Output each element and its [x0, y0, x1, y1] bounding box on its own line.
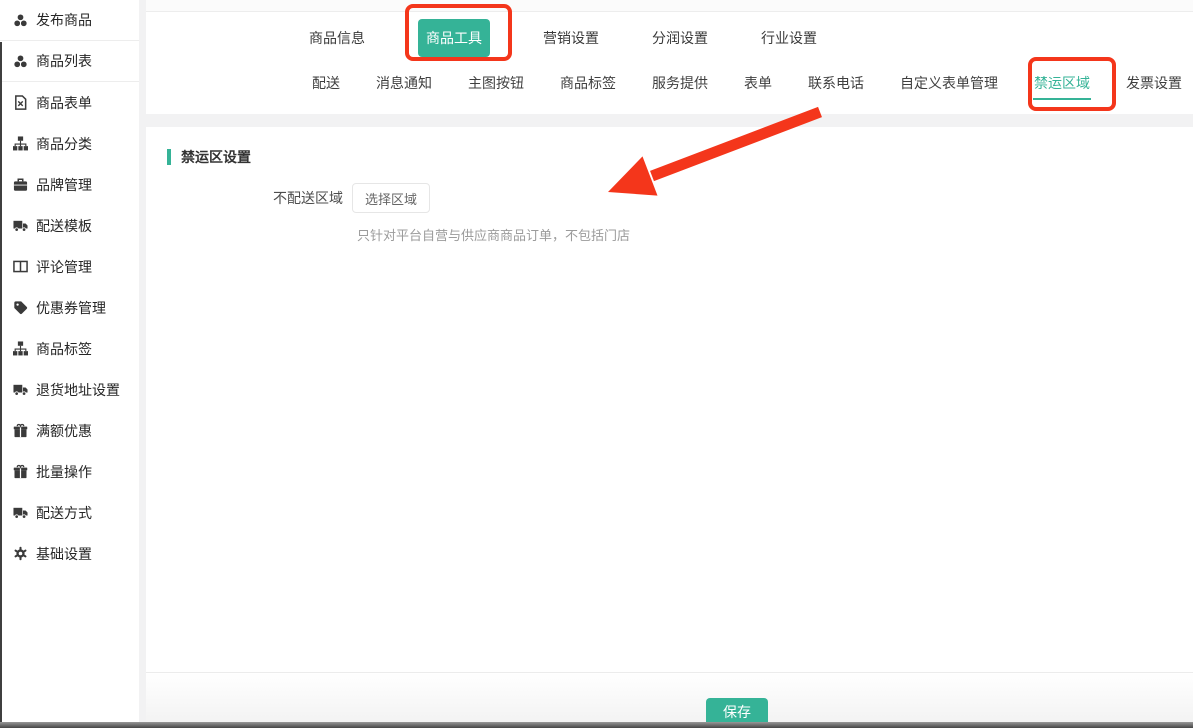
- gear-icon: [12, 546, 28, 562]
- truck-icon: [12, 382, 28, 398]
- cubes-icon: [12, 53, 28, 69]
- content-card: 禁运区设置 不配送区域 选择区域 只针对平台自营与供应商商品订单，不包括门店: [146, 127, 1193, 672]
- sidebar-item-label: 评论管理: [36, 257, 92, 277]
- sub-tab-service-provide[interactable]: 服务提供: [652, 73, 708, 93]
- gift-icon: [12, 423, 28, 439]
- sub-tab-bar: 配送 消息通知 主图按钮 商品标签 服务提供 表单 联系电话 自定义表单管理 禁运区域 发票设置: [312, 70, 1182, 96]
- sidebar-item-delivery-method[interactable]: 配送方式: [0, 492, 139, 533]
- main-tab-profit-settings[interactable]: 分润设置: [652, 28, 708, 48]
- sidebar-item-label: 满额优惠: [36, 421, 92, 441]
- window-edge-bottom: [0, 722, 1193, 728]
- sitemap-icon: [12, 136, 28, 152]
- main-tab-marketing-settings[interactable]: 营销设置: [543, 28, 599, 48]
- sidebar-item-full-discount[interactable]: 满额优惠: [0, 410, 139, 451]
- no-delivery-area-row: 不配送区域 选择区域: [273, 183, 430, 213]
- section-accent-bar: [167, 149, 171, 165]
- sidebar-item-label: 发布商品: [36, 10, 92, 30]
- sidebar-menu: 发布商品商品列表商品表单商品分类品牌管理配送模板评论管理优惠券管理商品标签退货地…: [0, 0, 139, 574]
- main-tab-product-tools[interactable]: 商品工具: [418, 19, 490, 57]
- sub-tab-invoice-settings[interactable]: 发票设置: [1126, 73, 1182, 93]
- sub-tab-delivery[interactable]: 配送: [312, 73, 340, 93]
- truck-icon: [12, 505, 28, 521]
- gift-icon: [12, 464, 28, 480]
- sidebar-item-product-tags[interactable]: 商品标签: [0, 328, 139, 369]
- page-title: 禁运区设置: [181, 147, 251, 167]
- main-tab-bar: 商品信息 商品工具 营销设置 分润设置 行业设置: [309, 22, 817, 54]
- truck-icon: [12, 218, 28, 234]
- sidebar: 发布商品商品列表商品表单商品分类品牌管理配送模板评论管理优惠券管理商品标签退货地…: [0, 0, 139, 722]
- sidebar-item-coupon-management[interactable]: 优惠券管理: [0, 287, 139, 328]
- sidebar-item-label: 退货地址设置: [36, 380, 120, 400]
- header-top-divider: [146, 0, 1193, 12]
- sidebar-item-label: 优惠券管理: [36, 298, 106, 318]
- main-tab-product-info[interactable]: 商品信息: [309, 28, 365, 48]
- sidebar-item-return-address[interactable]: 退货地址设置: [0, 369, 139, 410]
- sidebar-item-publish-product[interactable]: 发布商品: [0, 0, 139, 41]
- sidebar-item-label: 商品表单: [36, 93, 92, 113]
- sidebar-item-comment-management[interactable]: 评论管理: [0, 246, 139, 287]
- footer-bar: [146, 672, 1193, 722]
- sidebar-item-label: 商品分类: [36, 134, 92, 154]
- sidebar-item-batch-operation[interactable]: 批量操作: [0, 451, 139, 492]
- sidebar-item-brand-management[interactable]: 品牌管理: [0, 164, 139, 205]
- sub-tab-message-notice[interactable]: 消息通知: [376, 73, 432, 93]
- sidebar-item-product-list[interactable]: 商品列表: [0, 41, 139, 82]
- sub-tab-main-image-button[interactable]: 主图按钮: [468, 73, 524, 93]
- file-x-icon: [12, 95, 28, 111]
- sidebar-item-product-category[interactable]: 商品分类: [0, 123, 139, 164]
- sidebar-item-delivery-template[interactable]: 配送模板: [0, 205, 139, 246]
- header-content-gutter: [139, 114, 1193, 127]
- helper-text: 只针对平台自营与供应商商品订单，不包括门店: [357, 225, 630, 244]
- sidebar-item-label: 商品标签: [36, 339, 92, 359]
- sidebar-item-product-form[interactable]: 商品表单: [0, 82, 139, 123]
- tag-icon: [12, 300, 28, 316]
- sidebar-item-label: 品牌管理: [36, 175, 92, 195]
- sidebar-item-label: 配送模板: [36, 216, 92, 236]
- select-area-button[interactable]: 选择区域: [352, 183, 430, 213]
- sidebar-item-label: 基础设置: [36, 544, 92, 564]
- no-delivery-area-label: 不配送区域: [273, 188, 343, 208]
- sidebar-item-label: 商品列表: [36, 51, 92, 71]
- sub-tab-contact-phone[interactable]: 联系电话: [808, 73, 864, 93]
- section-header: 禁运区设置: [167, 147, 251, 167]
- columns-icon: [12, 259, 28, 275]
- briefcase-icon: [12, 177, 28, 193]
- sub-tab-custom-form-manage[interactable]: 自定义表单管理: [900, 73, 998, 93]
- sitemap-icon: [12, 341, 28, 357]
- sub-tab-product-label[interactable]: 商品标签: [560, 73, 616, 93]
- window-edge-left: [0, 42, 2, 722]
- main-tab-industry-settings[interactable]: 行业设置: [761, 28, 817, 48]
- sub-tab-restricted-area[interactable]: 禁运区域: [1034, 73, 1090, 93]
- header: 商品信息 商品工具 营销设置 分润设置 行业设置 配送 消息通知 主图按钮 商品标签 服务提供 表…: [146, 0, 1193, 114]
- sub-tab-form[interactable]: 表单: [744, 73, 772, 93]
- sidebar-item-label: 配送方式: [36, 503, 92, 523]
- cubes-icon: [12, 12, 28, 28]
- sidebar-item-label: 批量操作: [36, 462, 92, 482]
- sidebar-item-basic-settings[interactable]: 基础设置: [0, 533, 139, 574]
- sidebar-content-gutter: [139, 0, 146, 722]
